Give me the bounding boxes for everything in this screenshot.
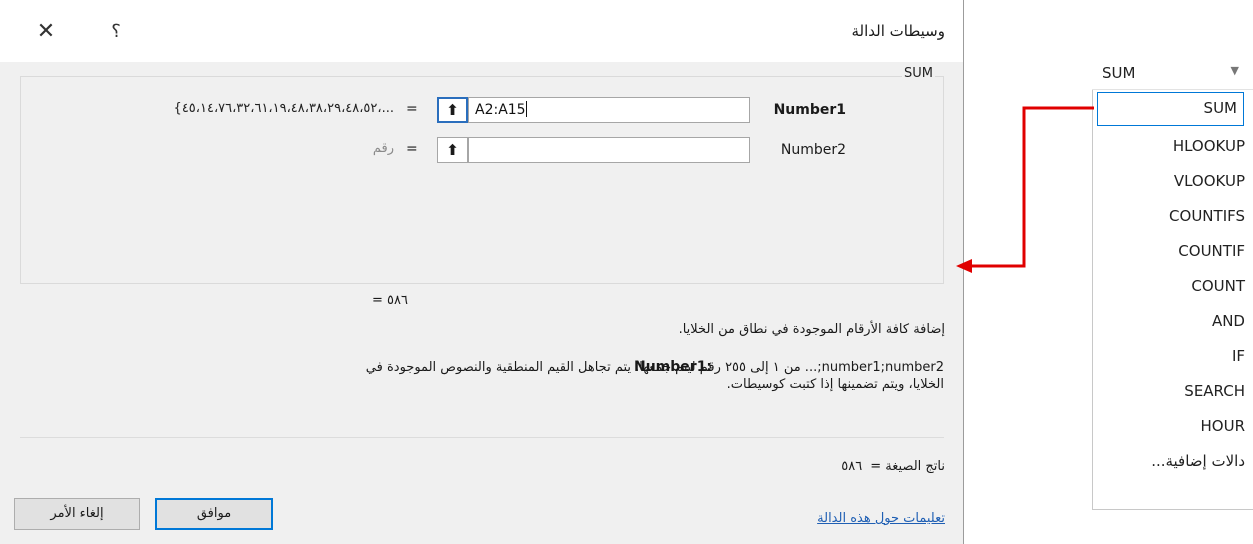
formula-result-value: ٥٨٦ (841, 459, 863, 474)
divider (20, 437, 944, 438)
function-option-count[interactable]: COUNT (1191, 269, 1245, 303)
collapse-dialog-icon[interactable]: ⬆ (437, 97, 468, 123)
argument-value-preview: {٤٥،١٤،٧٦،٣٢،٦١،١٩،٤٨،٣٨،٢٩،٤٨،٥٢،... (173, 101, 394, 116)
argument-row-number2: Number2 ⬆ = رقم (0, 136, 964, 166)
cancel-button[interactable]: إلغاء الأمر (14, 498, 140, 530)
text-caret (525, 101, 527, 117)
chevron-down-icon[interactable]: ▼ (1231, 64, 1239, 77)
argument-row-number1: Number1 A2:A15 ⬆ = {٤٥،١٤،٧٦،٣٢،٦١،١٩،٤٨… (0, 96, 964, 126)
close-icon[interactable]: ✕ (26, 14, 66, 50)
argument-label: Number1 (773, 102, 846, 118)
dialog-title: وسيطات الدالة (851, 22, 946, 40)
function-result-preview: = ٥٨٦ (372, 293, 408, 308)
title-bar: ✕ ؟ وسيطات الدالة (0, 0, 963, 62)
argument-description-text: number1;number2;... من ١ إلى ٢٥٥ رقم ليت… (365, 360, 944, 392)
function-dropdown-list: SUM HLOOKUP VLOOKUP COUNTIFS COUNTIF COU… (1092, 90, 1253, 510)
function-option-hlookup[interactable]: HLOOKUP (1173, 129, 1245, 163)
function-option-countifs[interactable]: COUNTIFS (1169, 199, 1245, 233)
function-option-vlookup[interactable]: VLOOKUP (1174, 164, 1245, 198)
ok-button[interactable]: موافق (155, 498, 273, 530)
formula-result: ناتج الصيغة = ٥٨٦ (833, 459, 945, 474)
function-option-sum[interactable]: SUM (1097, 92, 1244, 126)
function-name-combobox[interactable]: SUM ▼ (1092, 56, 1253, 90)
function-option-countif[interactable]: COUNTIF (1178, 234, 1245, 268)
equals-sign: = (406, 141, 418, 157)
function-arguments-dialog: ✕ ؟ وسيطات الدالة SUM Number1 A2:A15 ⬆ =… (0, 0, 964, 544)
function-option-more-functions[interactable]: دالات إضافية... (1151, 444, 1245, 478)
function-option-hour[interactable]: HOUR (1201, 409, 1246, 443)
number2-input[interactable] (468, 137, 750, 163)
function-option-if[interactable]: IF (1232, 339, 1245, 373)
help-icon[interactable]: ؟ (96, 14, 136, 50)
equals-sign: = (406, 101, 418, 117)
formula-result-label: ناتج الصيغة = (870, 459, 945, 474)
collapse-dialog-icon[interactable]: ⬆ (437, 137, 468, 163)
function-name-label: SUM (902, 66, 935, 81)
function-option-search[interactable]: SEARCH (1184, 374, 1245, 408)
argument-label: Number2 (780, 142, 846, 158)
function-description: إضافة كافة الأرقام الموجودة في نطاق من ا… (678, 322, 945, 337)
help-on-function-link[interactable]: تعليمات حول هذه الدالة (817, 511, 945, 526)
function-option-and[interactable]: AND (1212, 304, 1245, 338)
number1-input[interactable]: A2:A15 (468, 97, 750, 123)
argument-value-preview: رقم (372, 141, 394, 156)
annotation-arrow-line (968, 106, 1094, 268)
function-name-value: SUM (1102, 64, 1136, 82)
